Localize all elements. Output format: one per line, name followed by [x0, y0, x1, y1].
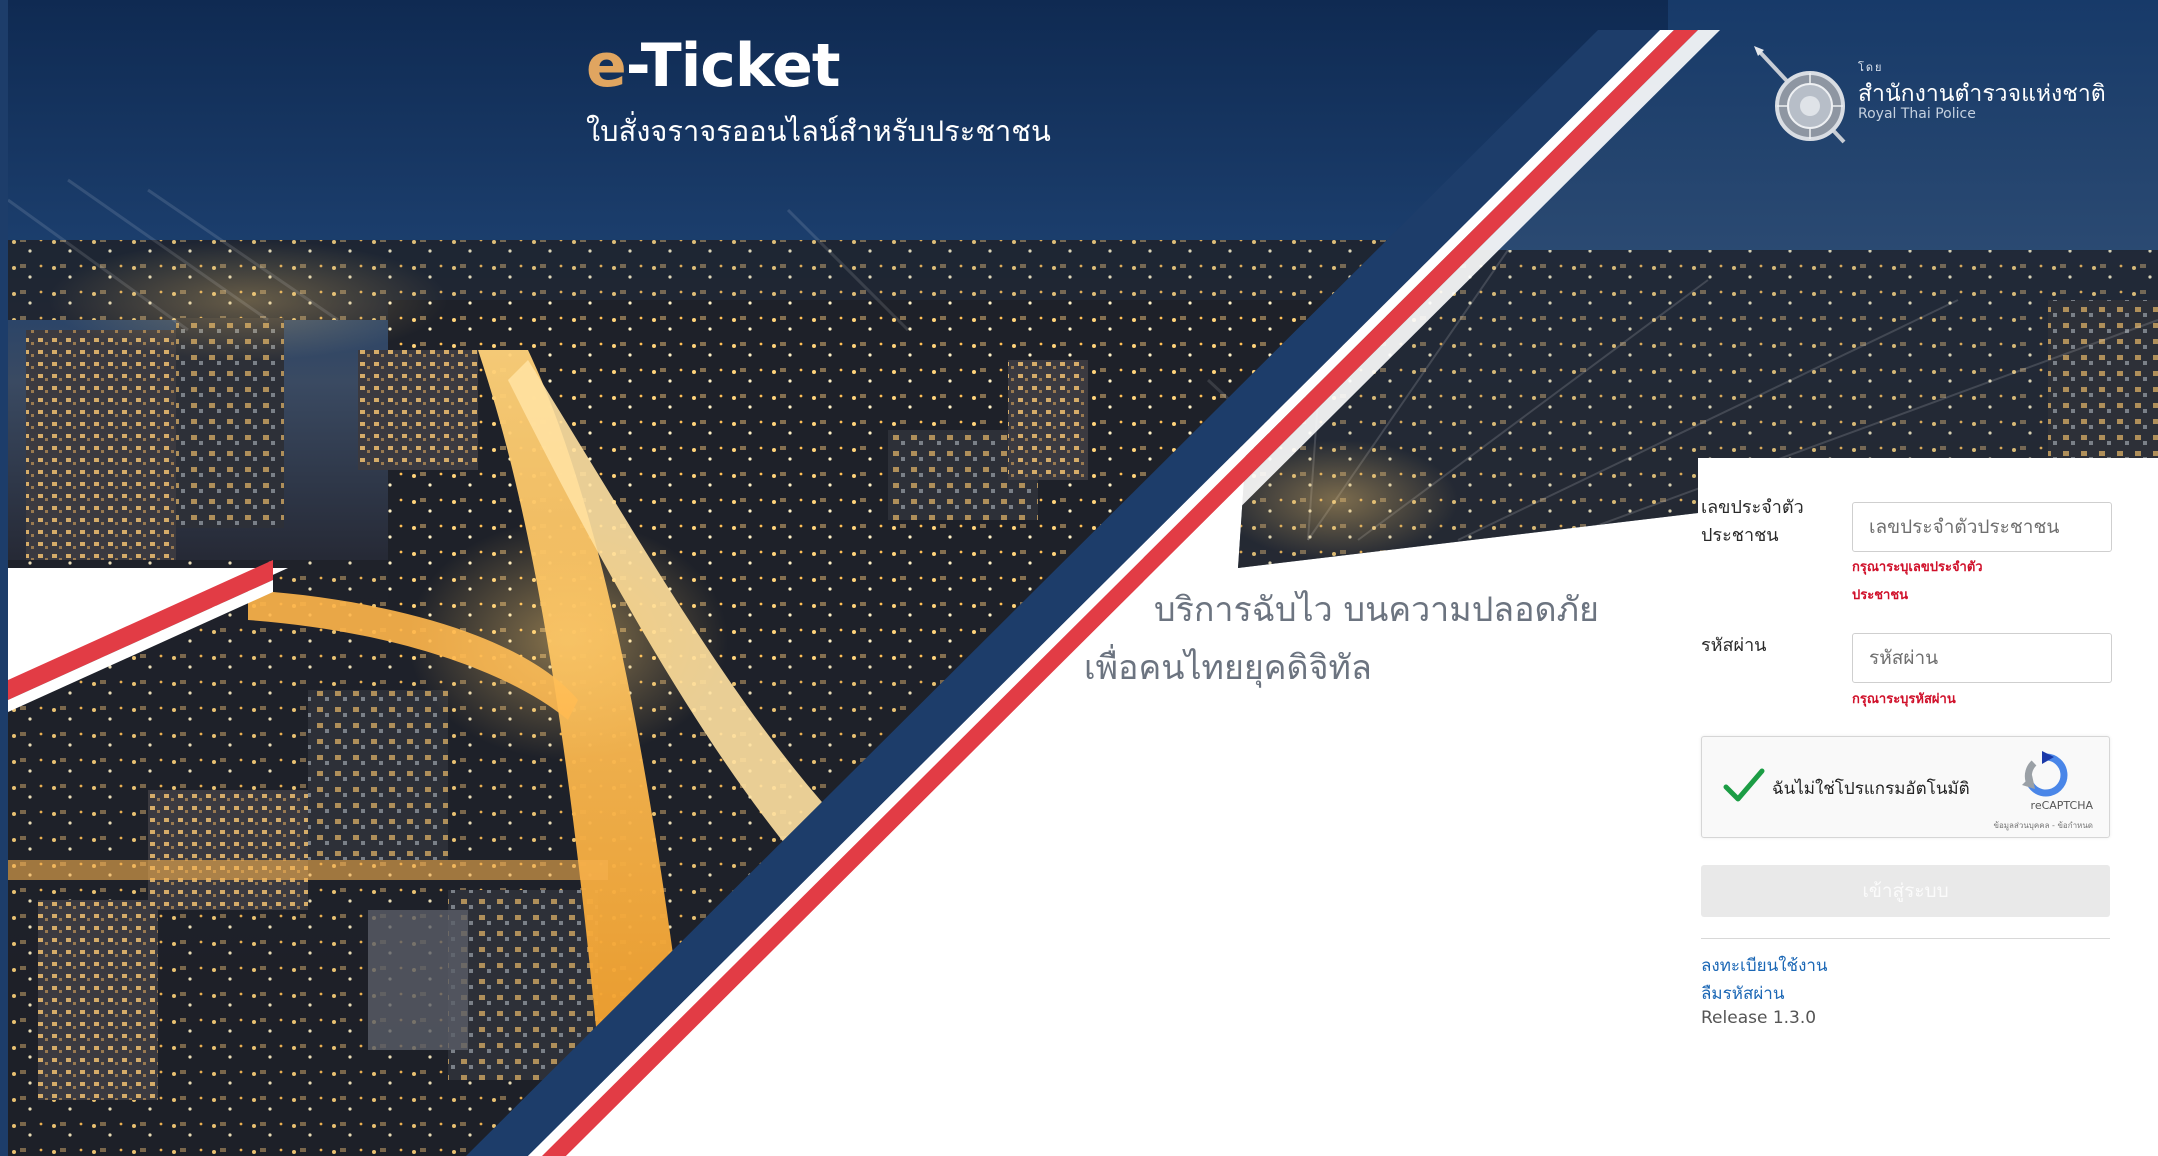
police-by-label: โดย [1858, 61, 1884, 74]
tagline-line2: เพื่อคนไทยยุคดิจิทัล [1084, 648, 1372, 688]
login-button[interactable]: เข้าสู่ระบบ [1701, 865, 2110, 917]
divider [1701, 938, 2110, 939]
recaptcha-logo-icon [2022, 751, 2068, 797]
citizen-id-error-line1: กรุณาระบุเลขประจำตัว [1852, 560, 1983, 575]
brand-title: e-Ticket [586, 36, 841, 96]
password-label: รหัสผ่าน [1701, 635, 1767, 656]
password-input[interactable] [1852, 633, 2112, 683]
police-emblem-icon [1754, 46, 1846, 144]
login-page: e-Ticket ใบสั่งจราจรออนไลน์สำหรับประชาชน… [8, 0, 2158, 1156]
citizen-id-label: เลขประจำตัว ประชาชน [1701, 494, 1804, 550]
citizen-id-label-line2: ประชาชน [1701, 525, 1779, 546]
content-background-lower [1598, 568, 1708, 1156]
forgot-password-link[interactable]: ลืมรหัสผ่าน [1701, 980, 1784, 1007]
police-logo: โดย สำนักงานตำรวจแห่งชาติ Royal Thai Pol… [1752, 46, 2106, 146]
tagline-line1: บริการฉับไว บนความปลอดภัย [1154, 590, 1599, 630]
window-edge [0, 0, 8, 1156]
citizen-id-label-line1: เลขประจำตัว [1701, 497, 1804, 518]
brand-title-accent: e [586, 31, 627, 101]
brand-subtitle: ใบสั่งจราจรออนไลน์สำหรับประชาชน [586, 114, 1051, 148]
citizen-id-error: กรุณาระบุเลขประจำตัว ประชาชน [1852, 554, 2052, 610]
citizen-id-input[interactable] [1852, 502, 2112, 552]
citizen-id-error-line2: ประชาชน [1852, 588, 1909, 603]
password-error: กรุณาระบุรหัสผ่าน [1852, 692, 1956, 707]
checkmark-icon[interactable] [1722, 765, 1766, 805]
release-version: Release 1.3.0 [1701, 1008, 1817, 1028]
recaptcha-widget: ฉันไม่ใช่โปรแกรมอัตโนมัติ reCAPTCHA ข้อม… [1701, 736, 2110, 838]
police-name-en: Royal Thai Police [1858, 106, 1976, 122]
brand-title-text: -Ticket [625, 31, 841, 101]
recaptcha-terms[interactable]: ข้อมูลส่วนบุคคล - ข้อกำหนด [1994, 819, 2094, 832]
register-link[interactable]: ลงทะเบียนใช้งาน [1701, 952, 1828, 979]
recaptcha-label: ฉันไม่ใช่โปรแกรมอัตโนมัติ [1772, 779, 1970, 799]
recaptcha-brand: reCAPTCHA [2030, 799, 2093, 812]
